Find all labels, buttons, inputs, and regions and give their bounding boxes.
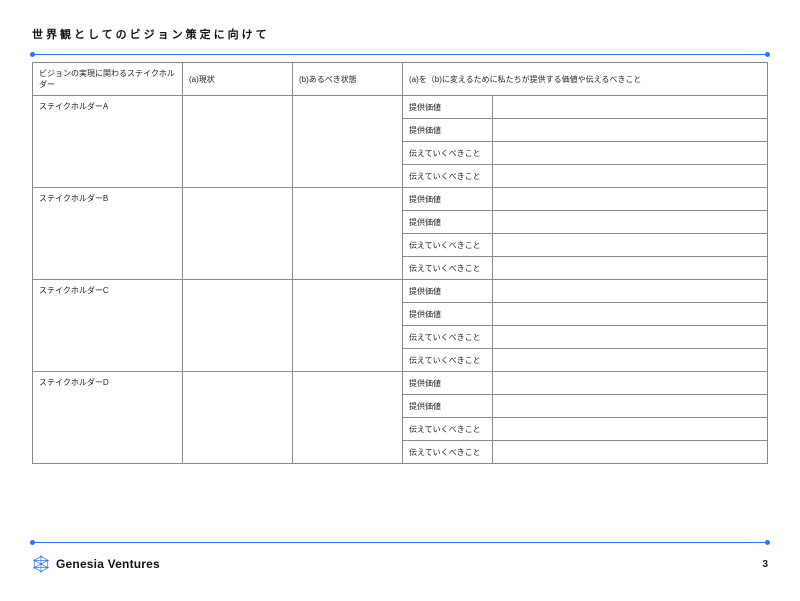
value-label-cell: 提供価値 [403,96,493,119]
current-cell [183,372,293,464]
value-label-cell: 提供価値 [403,119,493,142]
table-row: ステイクホルダーA提供価値 [33,96,768,119]
bottom-rule [32,542,768,543]
stakeholder-table: ビジョンの実現に関わるステイクホルダー (a)現状 (b)あるべき状態 (a)を… [32,62,768,464]
current-cell [183,280,293,372]
table-row: ステイクホルダーD提供価値 [33,372,768,395]
value-label-cell: 提供価値 [403,211,493,234]
content-cell [493,418,768,441]
logo-icon [32,555,50,573]
message-label-cell: 伝えていくべきこと [403,257,493,280]
message-label-cell: 伝えていくべきこと [403,165,493,188]
content-cell [493,257,768,280]
content-cell [493,326,768,349]
content-cell [493,165,768,188]
value-label-cell: 提供価値 [403,372,493,395]
value-label-cell: 提供価値 [403,303,493,326]
page-title: 世界観としてのビジョン策定に向けて [32,26,270,42]
content-cell [493,441,768,464]
table-row: ステイクホルダーC提供価値 [33,280,768,303]
content-cell [493,395,768,418]
footer: Genesia Ventures 3 [32,555,768,573]
table-header-row: ビジョンの実現に関わるステイクホルダー (a)現状 (b)あるべき状態 (a)を… [33,63,768,96]
content-cell [493,303,768,326]
value-label-cell: 提供価値 [403,188,493,211]
header-action: (a)を（b)に変えるために私たちが提供する価値や伝えるべきこと [403,63,768,96]
page-number: 3 [762,559,768,570]
rule-dot [765,52,770,57]
content-cell [493,211,768,234]
content-cell [493,96,768,119]
rule-dot [30,52,35,57]
content-cell [493,280,768,303]
value-label-cell: 提供価値 [403,280,493,303]
content-cell [493,142,768,165]
company-name: Genesia Ventures [56,557,160,571]
message-label-cell: 伝えていくべきこと [403,234,493,257]
message-label-cell: 伝えていくべきこと [403,142,493,165]
current-cell [183,96,293,188]
ideal-cell [293,280,403,372]
ideal-cell [293,96,403,188]
header-ideal: (b)あるべき状態 [293,63,403,96]
message-label-cell: 伝えていくべきこと [403,326,493,349]
message-label-cell: 伝えていくべきこと [403,418,493,441]
rule-dot [30,540,35,545]
ideal-cell [293,372,403,464]
stakeholder-cell: ステイクホルダーB [33,188,183,280]
message-label-cell: 伝えていくべきこと [403,349,493,372]
content-cell [493,119,768,142]
header-stakeholder: ビジョンの実現に関わるステイクホルダー [33,63,183,96]
content-cell [493,188,768,211]
content-cell [493,234,768,257]
stakeholder-cell: ステイクホルダーA [33,96,183,188]
stakeholder-cell: ステイクホルダーD [33,372,183,464]
message-label-cell: 伝えていくべきこと [403,441,493,464]
top-rule [32,54,768,55]
rule-dot [765,540,770,545]
company-logo: Genesia Ventures [32,555,160,573]
header-current: (a)現状 [183,63,293,96]
stakeholder-cell: ステイクホルダーC [33,280,183,372]
value-label-cell: 提供価値 [403,395,493,418]
content-cell [493,349,768,372]
content-cell [493,372,768,395]
current-cell [183,188,293,280]
ideal-cell [293,188,403,280]
table-row: ステイクホルダーB提供価値 [33,188,768,211]
